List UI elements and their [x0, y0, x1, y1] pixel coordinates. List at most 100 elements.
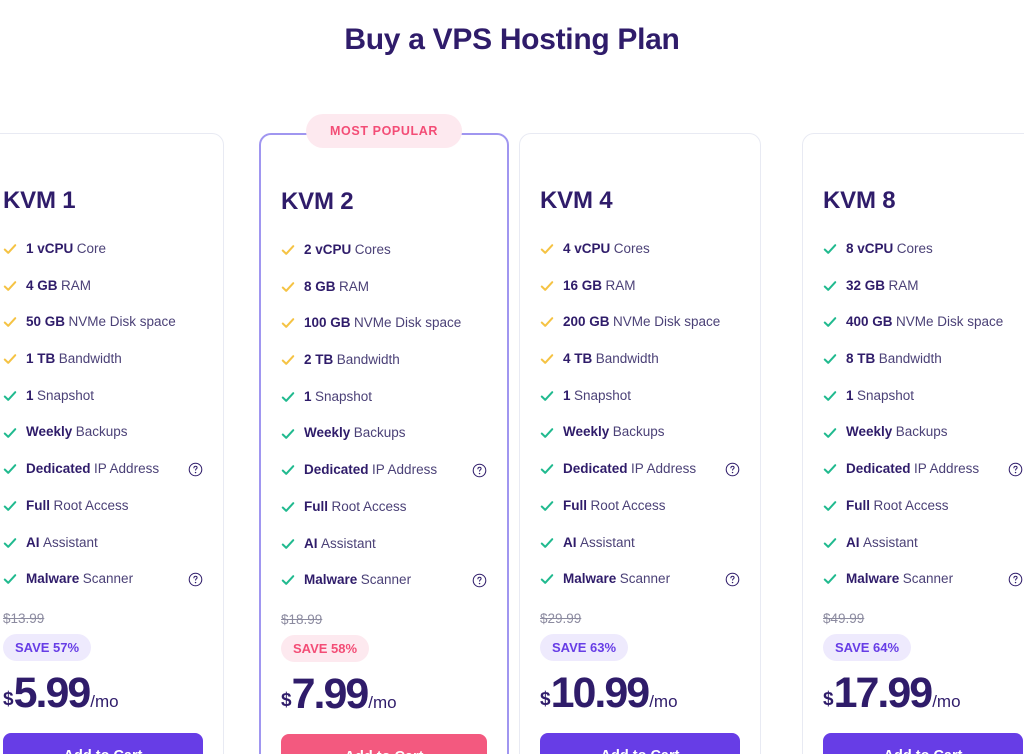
- original-price: $49.99: [823, 611, 865, 627]
- feature-label: Cores: [896, 241, 933, 256]
- feature-label: RAM: [339, 278, 370, 294]
- check-icon: [823, 279, 837, 293]
- feature-item: Malware Scanner: [823, 571, 1023, 587]
- feature-item: Full Root Access: [3, 498, 203, 514]
- feature-value: 1 vCPU: [26, 241, 74, 256]
- check-icon: [281, 390, 295, 404]
- feature-label: Backups: [895, 424, 948, 440]
- feature-label: NVMe Disk space: [613, 314, 721, 330]
- feature-item: 1 Snapshot: [823, 388, 1023, 404]
- save-badge: SAVE 63%: [540, 634, 629, 662]
- price-amount: 5.99: [13, 669, 92, 718]
- price-row: $10.99/mo: [540, 672, 740, 715]
- feature-label: Scanner: [902, 571, 954, 587]
- help-circle-icon[interactable]: [464, 463, 487, 478]
- help-circle-icon[interactable]: [1000, 462, 1023, 477]
- feature-value: Dedicated: [304, 462, 369, 478]
- help-circle-icon[interactable]: [180, 462, 203, 477]
- feature-value: 8 vCPU: [846, 241, 894, 256]
- check-icon: [3, 572, 17, 586]
- check-icon: [281, 537, 295, 551]
- feature-item: AI Assistant: [540, 535, 740, 551]
- plan-name: KVM 8: [823, 187, 896, 214]
- check-icon: [823, 242, 837, 256]
- feature-list: 8 vCPU Cores 32 GB RAM 400 GB NVMe Disk space…: [823, 241, 1023, 587]
- feature-item: Malware Scanner: [281, 572, 487, 588]
- feature-label: RAM: [888, 277, 919, 293]
- check-icon: [540, 279, 554, 293]
- check-icon: [540, 536, 554, 550]
- feature-item: AI Assistant: [3, 535, 203, 551]
- feature-label: Bandwidth: [878, 351, 942, 367]
- help-circle-icon[interactable]: [1000, 572, 1023, 587]
- feature-label: Bandwidth: [58, 351, 122, 367]
- add-to-cart-button[interactable]: Add to Cart: [3, 733, 203, 754]
- pricing-block: $18.99 SAVE 58% $7.99/mo Add to Cart: [281, 612, 487, 754]
- pricing-card-kvm-8: KVM 8 8 vCPU Cores 32 GB RAM 400 GB NVMe Disk …: [802, 133, 1024, 754]
- help-circle-icon[interactable]: [717, 572, 740, 587]
- check-icon: [281, 573, 295, 587]
- check-icon: [823, 315, 837, 329]
- feature-label: RAM: [61, 277, 92, 293]
- feature-item: Weekly Backups: [281, 425, 487, 441]
- feature-value: AI: [26, 534, 40, 550]
- save-badge: SAVE 57%: [3, 634, 92, 662]
- feature-label: Root Access: [331, 498, 407, 514]
- feature-label: Root Access: [873, 497, 949, 513]
- feature-item: 4 TB Bandwidth: [540, 351, 740, 367]
- feature-value: Full: [846, 497, 870, 513]
- check-icon: [281, 353, 295, 367]
- feature-label: IP Address: [94, 461, 160, 477]
- price-amount: 10.99: [550, 669, 651, 718]
- currency-symbol: $: [540, 689, 551, 711]
- feature-label: Cores: [613, 241, 650, 256]
- feature-label: RAM: [605, 277, 636, 293]
- help-circle-icon[interactable]: [464, 573, 487, 588]
- feature-item: 4 vCPU Cores: [540, 241, 740, 257]
- feature-item: Full Root Access: [540, 498, 740, 514]
- check-icon: [540, 389, 554, 403]
- feature-item: 16 GB RAM: [540, 278, 740, 294]
- help-circle-icon[interactable]: [717, 462, 740, 477]
- add-to-cart-button[interactable]: Add to Cart: [281, 734, 487, 754]
- feature-label: Cores: [354, 242, 391, 257]
- feature-value: 8 GB: [304, 278, 336, 294]
- feature-value: Weekly: [563, 424, 610, 440]
- feature-item: 2 vCPU Cores: [281, 242, 487, 258]
- feature-label: Backups: [353, 425, 406, 441]
- price-period: /mo: [649, 692, 678, 712]
- check-icon: [3, 242, 17, 256]
- feature-item: Full Root Access: [823, 498, 1023, 514]
- feature-value: 16 GB: [563, 277, 603, 293]
- feature-list: 1 vCPU Core 4 GB RAM 50 GB NVMe Disk space 1 T…: [3, 241, 203, 587]
- feature-value: 200 GB: [563, 314, 610, 330]
- feature-label: Assistant: [863, 534, 918, 550]
- feature-label: NVMe Disk space: [354, 315, 462, 331]
- check-icon: [3, 499, 17, 513]
- help-circle-icon[interactable]: [180, 572, 203, 587]
- feature-value: Dedicated: [563, 461, 628, 477]
- pricing-card-slot: KVM 1 1 vCPU Core 4 GB RAM 50 GB NVMe Disk spa…: [0, 133, 256, 754]
- feature-value: Malware: [846, 571, 900, 587]
- pricing-block: $29.99 SAVE 63% $10.99/mo Add to Cart: [540, 611, 740, 754]
- feature-label: NVMe Disk space: [896, 314, 1004, 330]
- feature-list: 2 vCPU Cores 8 GB RAM 100 GB NVMe Disk space 2…: [281, 242, 487, 588]
- feature-value: 1: [26, 387, 34, 403]
- feature-item: Dedicated IP Address: [3, 461, 203, 477]
- feature-label: Core: [76, 241, 107, 256]
- feature-value: 4 vCPU: [563, 241, 611, 256]
- check-icon: [540, 242, 554, 256]
- feature-item: AI Assistant: [281, 536, 487, 552]
- feature-value: 100 GB: [304, 315, 351, 331]
- pricing-block: $49.99 SAVE 64% $17.99/mo Add to Cart: [823, 611, 1023, 754]
- feature-label: Backups: [75, 424, 128, 440]
- price-row: $17.99/mo: [823, 672, 1023, 715]
- feature-value: Full: [304, 498, 328, 514]
- feature-value: Weekly: [304, 425, 351, 441]
- add-to-cart-button[interactable]: Add to Cart: [823, 733, 1023, 754]
- check-icon: [823, 426, 837, 440]
- page-title: Buy a VPS Hosting Plan: [344, 23, 680, 56]
- most-popular-badge: MOST POPULAR: [306, 114, 462, 148]
- add-to-cart-button[interactable]: Add to Cart: [540, 733, 740, 754]
- feature-label: Snapshot: [37, 387, 95, 403]
